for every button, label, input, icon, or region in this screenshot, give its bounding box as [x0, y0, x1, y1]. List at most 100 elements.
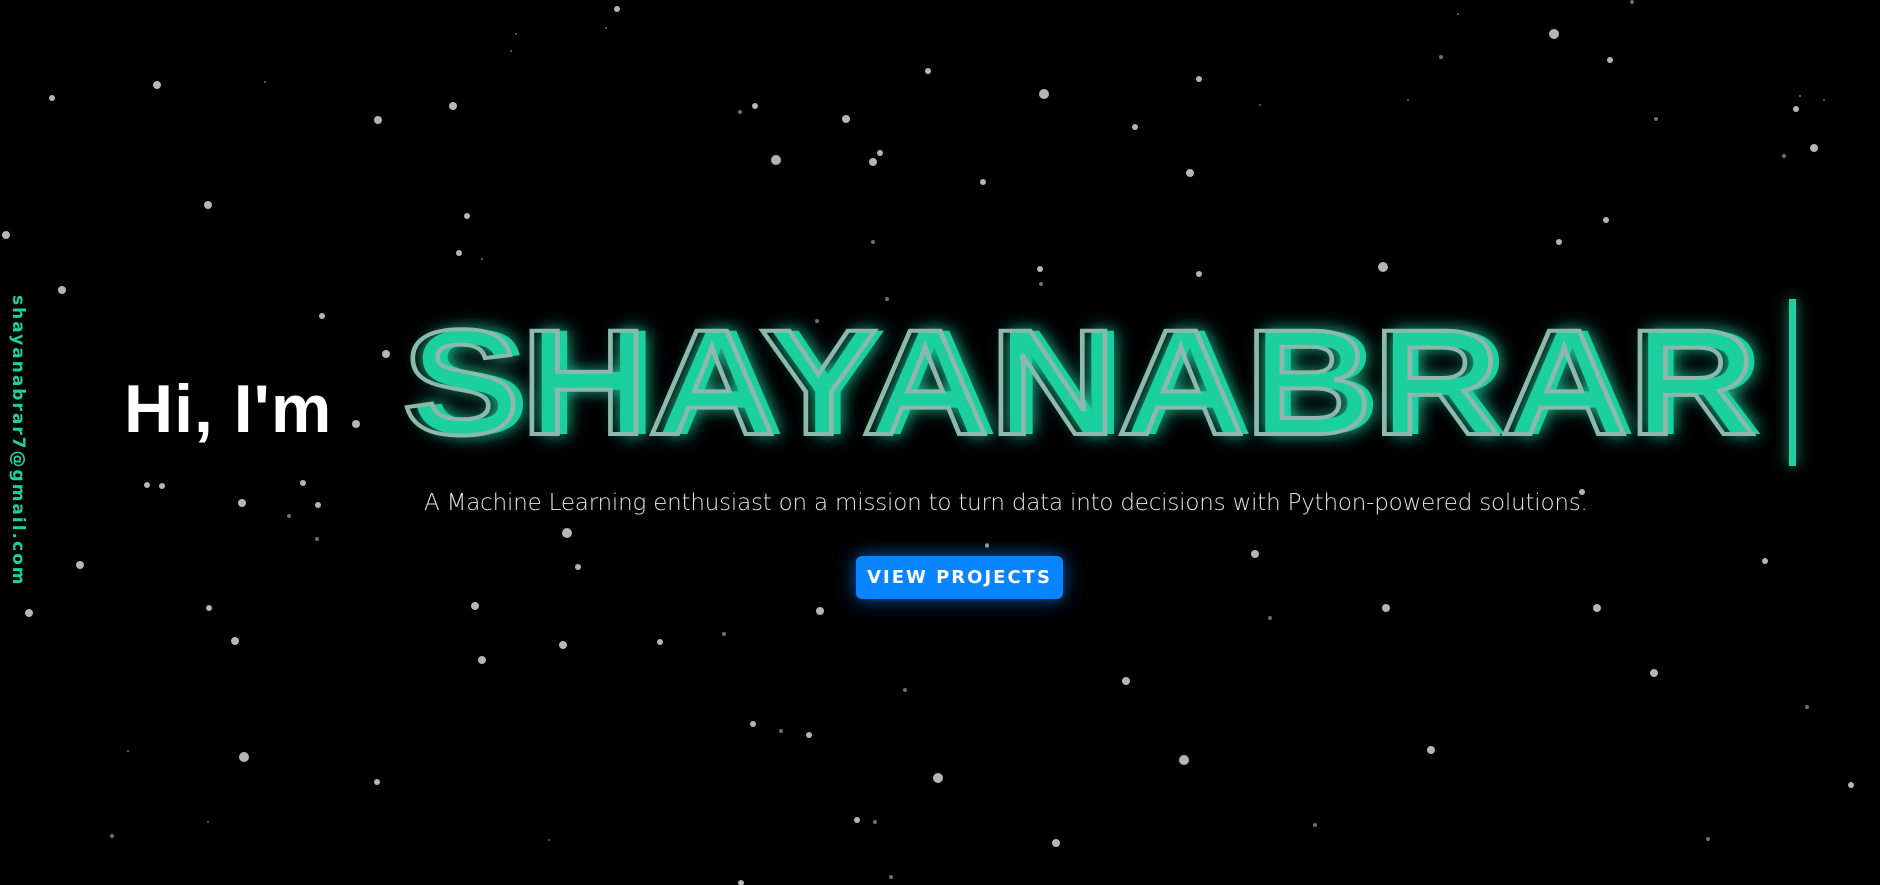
- star: [315, 502, 321, 508]
- star: [319, 313, 325, 319]
- star: [605, 27, 607, 29]
- star: [153, 81, 161, 89]
- star: [159, 483, 165, 489]
- star: [1549, 29, 1559, 39]
- star: [1782, 154, 1786, 158]
- star: [127, 750, 129, 752]
- star: [464, 213, 470, 219]
- star: [1378, 262, 1388, 272]
- star: [1039, 89, 1049, 99]
- star: [1630, 0, 1634, 4]
- star: [842, 115, 850, 123]
- star: [206, 605, 212, 611]
- star: [985, 544, 989, 548]
- star: [1805, 705, 1809, 709]
- star: [478, 656, 486, 664]
- star: [548, 839, 550, 841]
- star: [110, 834, 114, 838]
- star: [264, 81, 266, 83]
- star: [1823, 99, 1825, 101]
- star: [1196, 271, 1202, 277]
- star: [315, 537, 319, 541]
- star: [771, 155, 781, 165]
- star: [854, 817, 860, 823]
- star: [1810, 144, 1818, 152]
- star: [456, 250, 462, 256]
- star: [877, 150, 883, 156]
- star: [806, 732, 812, 738]
- typing-cursor: [1789, 299, 1796, 466]
- star: [1268, 616, 1272, 620]
- star: [1848, 782, 1854, 788]
- star: [752, 103, 758, 109]
- star: [49, 95, 55, 101]
- star: [1251, 550, 1259, 558]
- star: [779, 729, 783, 733]
- star: [352, 420, 360, 428]
- star: [1793, 106, 1799, 112]
- star: [873, 820, 877, 824]
- hero-tagline: A Machine Learning enthusiast on a missi…: [424, 490, 1588, 516]
- star: [738, 880, 744, 885]
- star: [738, 110, 742, 114]
- star: [374, 116, 382, 124]
- star: [1706, 837, 1710, 841]
- star: [933, 773, 943, 783]
- star: [1179, 755, 1189, 765]
- star: [207, 821, 209, 823]
- star: [750, 721, 756, 727]
- star: [1196, 76, 1202, 82]
- star: [1037, 266, 1043, 272]
- star: [816, 607, 824, 615]
- star: [1593, 604, 1601, 612]
- star: [1799, 95, 1801, 97]
- star: [1457, 13, 1459, 15]
- star: [1313, 823, 1317, 827]
- star: [300, 480, 306, 486]
- star: [449, 102, 457, 110]
- star: [231, 637, 239, 645]
- star: [2, 231, 10, 239]
- star: [1122, 677, 1130, 685]
- star: [374, 779, 380, 785]
- star: [722, 632, 726, 636]
- star: [481, 258, 483, 260]
- hero-name-outline: SHAYANABRAR: [402, 298, 1756, 466]
- star: [1259, 104, 1261, 106]
- star: [1607, 57, 1613, 63]
- star: [562, 528, 572, 538]
- star: [204, 201, 212, 209]
- star: [144, 482, 150, 488]
- star: [559, 641, 567, 649]
- star: [1132, 124, 1138, 130]
- star: [25, 609, 33, 617]
- star: [1439, 55, 1443, 59]
- star: [287, 514, 291, 518]
- star: [980, 179, 986, 185]
- star: [471, 602, 479, 610]
- star: [1762, 558, 1768, 564]
- star: [1654, 117, 1658, 121]
- star: [58, 286, 66, 294]
- view-projects-button[interactable]: VIEW PROJECTS: [856, 556, 1063, 599]
- star: [903, 688, 907, 692]
- star: [1186, 169, 1194, 177]
- star: [575, 564, 581, 570]
- star: [869, 158, 877, 166]
- star: [871, 240, 875, 244]
- email-link[interactable]: shayanabrar7@gmail.com: [8, 295, 28, 586]
- star: [76, 561, 84, 569]
- star: [239, 752, 249, 762]
- star: [985, 543, 989, 547]
- star: [1052, 839, 1060, 847]
- star: [510, 50, 512, 52]
- star: [889, 875, 893, 879]
- star: [657, 639, 663, 645]
- star: [925, 68, 931, 74]
- star: [1427, 746, 1435, 754]
- star: [614, 6, 620, 12]
- star: [1556, 239, 1562, 245]
- star: [1407, 99, 1409, 101]
- star: [1650, 669, 1658, 677]
- star: [1039, 282, 1043, 286]
